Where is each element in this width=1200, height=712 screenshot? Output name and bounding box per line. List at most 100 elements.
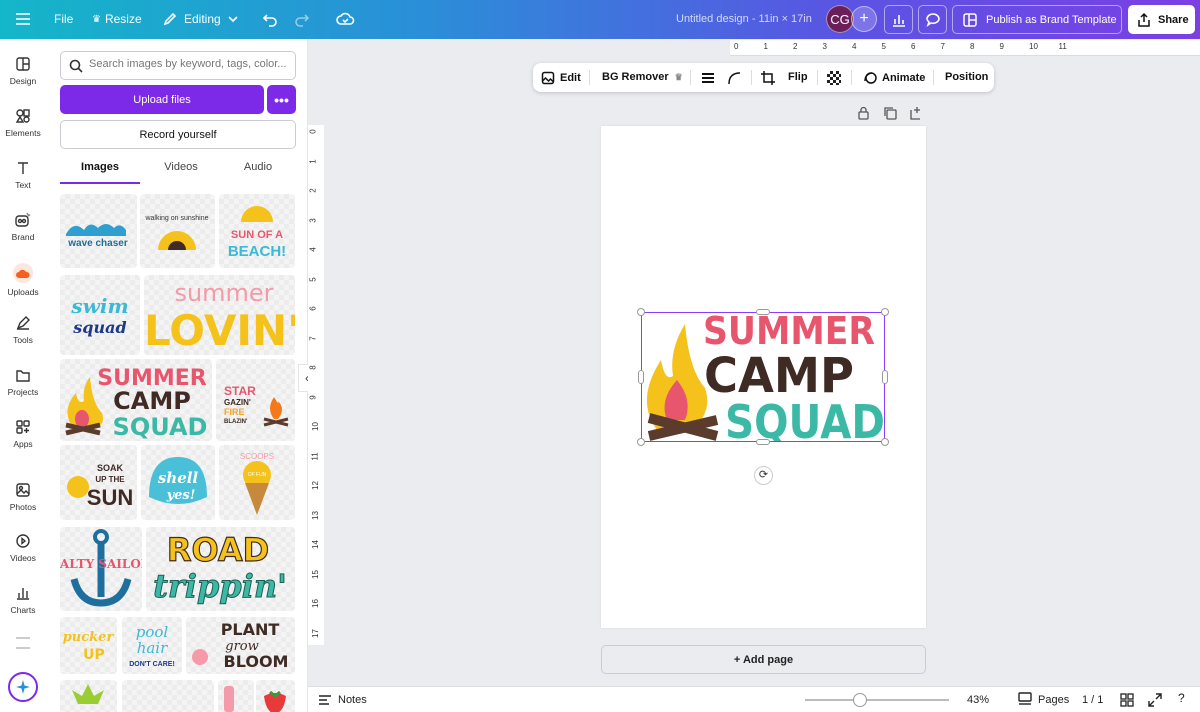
search-input[interactable] (89, 58, 289, 70)
upload-thumb-summer-camp-squad[interactable]: SUMMER CAMP SQUAD (60, 359, 212, 441)
upload-thumb-wave-chaser[interactable]: wave chaser (60, 194, 137, 268)
flip-button[interactable]: Flip (788, 71, 808, 83)
share-button[interactable]: Share (1128, 5, 1195, 34)
file-menu[interactable]: File (54, 12, 73, 26)
upload-thumb-walking-sunshine[interactable]: walking on sunshine (140, 194, 215, 268)
upload-thumb-pucker-up[interactable]: pucker UP (60, 617, 117, 674)
rail-label: Photos (9, 502, 37, 512)
cloud-check-icon (336, 12, 355, 25)
lock-page-button[interactable] (857, 106, 870, 125)
upload-thumb-popsicle[interactable] (218, 680, 254, 712)
resize-handle-top[interactable] (756, 309, 770, 315)
zoom-slider[interactable] (805, 693, 949, 707)
upload-files-button[interactable]: Upload files (60, 85, 264, 114)
rotate-handle[interactable]: ⟳ (754, 466, 773, 485)
rail-item-brand[interactable]: Brand (0, 212, 46, 242)
duplicate-page-button[interactable] (883, 106, 897, 125)
add-page-icon-button[interactable] (909, 106, 923, 125)
context-toolbar: Edit BG Remover ♛ Flip Animate Position (533, 63, 994, 92)
fullscreen-button[interactable] (1148, 693, 1162, 710)
document-title[interactable]: Untitled design - 11in × 17in (676, 13, 812, 25)
upload-thumb-shell-yes[interactable]: shell yes! (141, 445, 215, 520)
rail-item-uploads[interactable]: Uploads (0, 263, 46, 297)
ruler-tick-label: 17 (310, 628, 320, 638)
upload-thumb-soak-up-the-sun[interactable]: SOAK UP THE SUN (60, 445, 137, 520)
animate-label: Animate (882, 72, 926, 84)
upload-thumb-plant-grow-bloom[interactable]: PLANT grow BLOOM (186, 617, 295, 674)
rail-item-charts[interactable]: Charts (0, 585, 46, 615)
upload-thumb-partial[interactable] (122, 680, 214, 712)
resize-handle-top-right[interactable] (881, 308, 889, 316)
cloud-save-button[interactable] (336, 10, 356, 28)
zoom-level[interactable]: 43% (967, 694, 989, 706)
rail-label: Apps (13, 439, 33, 449)
rail-item-projects[interactable]: Projects (0, 367, 46, 397)
upload-thumb-summer-lovin[interactable]: summer LOVIN' (144, 275, 295, 355)
pages-button[interactable]: Pages (1018, 692, 1069, 706)
rail-item-apps[interactable]: Apps (0, 419, 46, 449)
more-apps-icon[interactable] (16, 637, 30, 649)
resize-handle-bottom-left[interactable] (637, 438, 645, 446)
border-style-button[interactable] (701, 71, 715, 85)
rail-label: Charts (10, 605, 36, 615)
rail-item-elements[interactable]: Elements (0, 108, 46, 138)
upload-thumb-swim-squad[interactable]: swim squad (60, 275, 140, 355)
tab-audio[interactable]: Audio (218, 161, 298, 173)
crop-button[interactable] (761, 71, 775, 85)
undo-button[interactable] (262, 11, 278, 27)
resize-handle-right[interactable] (882, 370, 888, 384)
tab-images[interactable]: Images (60, 161, 140, 173)
bar-chart-icon (892, 14, 905, 27)
search-box[interactable] (60, 51, 296, 80)
cloud-upload-icon (13, 263, 33, 283)
edit-image-button[interactable]: Edit (541, 71, 581, 85)
insights-button[interactable] (884, 5, 913, 34)
thumb-text: shell (158, 469, 199, 487)
tab-videos[interactable]: Videos (141, 161, 221, 173)
grid-view-button[interactable] (1120, 693, 1134, 710)
upload-more-options-button[interactable]: ••• (267, 85, 296, 114)
upload-thumb-sun-of-a-beach[interactable]: SUN OF A BEACH! (219, 194, 295, 268)
magic-assistant-button[interactable] (8, 672, 38, 702)
rail-item-videos[interactable]: Videos (0, 533, 46, 563)
resize-button[interactable]: ♛ Resize (92, 12, 142, 26)
upload-thumb-pineapple[interactable] (60, 680, 117, 712)
avatar[interactable]: CG (826, 5, 854, 33)
resize-handle-top-left[interactable] (637, 308, 645, 316)
position-button[interactable]: Position (945, 71, 988, 83)
rail-item-photos[interactable]: Photos (0, 482, 46, 512)
rail-item-text[interactable]: Text (0, 160, 46, 190)
animate-button[interactable]: Animate (863, 71, 925, 85)
thumb-text: BEACH! (228, 243, 286, 260)
ruler-tick-label: 8 (970, 42, 975, 51)
rail-label: Brand (11, 232, 35, 242)
notes-button[interactable]: Notes (318, 694, 367, 706)
add-collaborator-button[interactable]: + (851, 6, 877, 32)
transparency-button[interactable] (827, 71, 841, 85)
upload-thumb-salty-sailor[interactable]: SALTY SAILOR (60, 527, 142, 611)
upload-thumb-pool-hair[interactable]: pool hair DON'T CARE! (122, 617, 182, 674)
rail-item-tools[interactable]: Tools (0, 315, 46, 345)
bg-remover-button[interactable]: BG Remover ♛ (602, 71, 683, 83)
editing-mode-dropdown[interactable]: Editing (162, 11, 240, 27)
upload-thumb-strawberry[interactable] (256, 680, 295, 712)
zoom-slider-handle[interactable] (852, 693, 867, 707)
resize-handle-left[interactable] (638, 370, 644, 384)
editing-label: Editing (184, 12, 221, 26)
expand-icon (1148, 693, 1162, 707)
record-yourself-button[interactable]: Record yourself (60, 120, 296, 149)
upload-thumb-star-gazin[interactable]: STAR GAZIN' FIRE BLAZIN' (216, 359, 295, 441)
menu-button[interactable] (14, 11, 32, 27)
redo-button[interactable] (294, 11, 310, 27)
add-page-button[interactable]: + Add page (601, 645, 926, 674)
upload-thumb-road-trippin[interactable]: ROAD trippin' (146, 527, 295, 611)
corner-rounding-button[interactable] (727, 71, 741, 85)
rail-item-design[interactable]: Design (0, 56, 46, 86)
resize-handle-bottom-right[interactable] (881, 438, 889, 446)
publish-brand-template-button[interactable]: Publish as Brand Template (952, 5, 1122, 34)
upload-thumb-scoops-of-fun[interactable]: SCOOPS OF FUN (219, 445, 295, 520)
add-page-icon (910, 107, 920, 120)
resize-handle-bottom[interactable] (756, 439, 770, 445)
comments-button[interactable] (918, 5, 947, 34)
help-button[interactable]: ? (1178, 691, 1185, 705)
